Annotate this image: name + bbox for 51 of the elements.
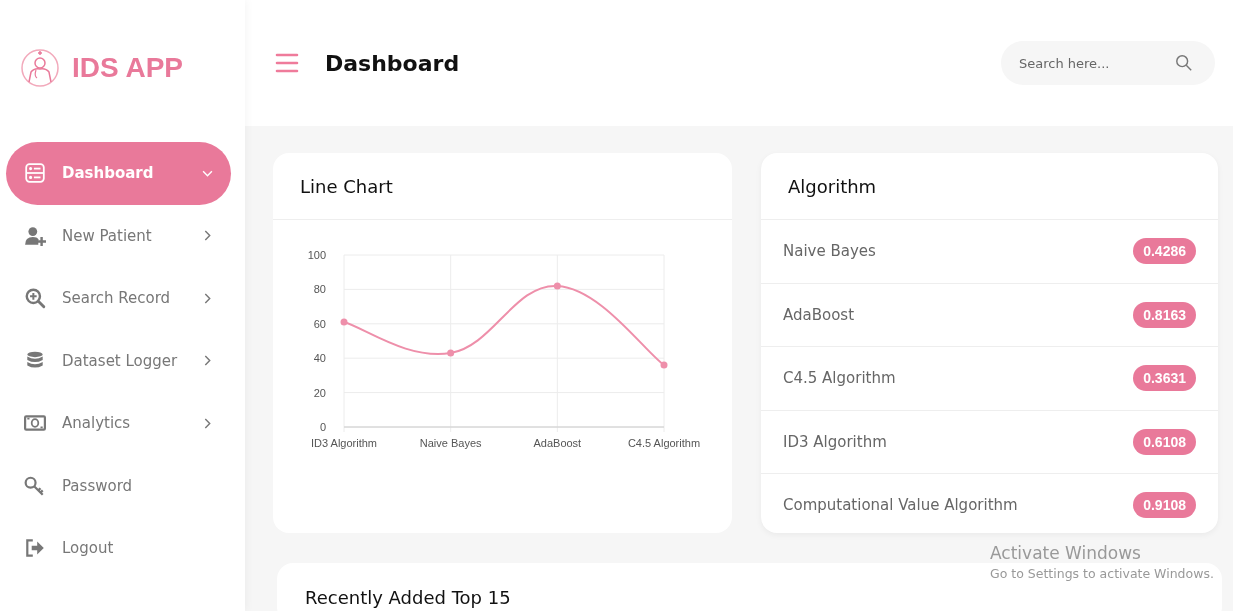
score-badge: 0.8163: [1133, 301, 1196, 328]
data-point: [553, 282, 561, 290]
algorithm-name: Computational Value Algorithm: [783, 496, 1018, 515]
sidebar-item[interactable]: Dataset Logger: [6, 329, 231, 392]
axis-tick-label: 0: [319, 421, 326, 433]
score-badge: 0.6108: [1133, 428, 1196, 455]
score-badge: 0.3631: [1133, 365, 1196, 392]
sidebar-item[interactable]: Logout: [6, 517, 231, 580]
axis-tick-label: 100: [307, 249, 326, 261]
axis-tick-label: 40: [313, 352, 326, 365]
sidebar-item[interactable]: Password: [6, 454, 231, 517]
sidebar-item[interactable]: Search Record: [6, 267, 231, 330]
search-field[interactable]: Search here...: [1001, 41, 1215, 85]
logout-icon: [24, 537, 46, 560]
axis-category-label: Naive Bayes: [419, 437, 482, 449]
chevron-right-icon: [202, 292, 213, 304]
axis-tick-label: 80: [313, 283, 326, 296]
dashboard-icon: [24, 162, 46, 185]
score-badge: 0.9108: [1133, 492, 1196, 519]
data-point: [660, 361, 668, 369]
algorithm-name: Naive Bayes: [783, 242, 876, 261]
card-title: Recently Added Top 15: [305, 587, 511, 608]
zoom-in-icon: [24, 287, 46, 310]
sidebar-item[interactable]: Analytics: [6, 392, 231, 455]
axis-category-label: AdaBoost: [533, 437, 582, 449]
chevron-right-icon: [202, 230, 213, 242]
data-point: [340, 318, 348, 326]
data-point: [447, 349, 455, 357]
chevron-right-icon: [202, 355, 213, 367]
algorithm-name: ID3 Algorithm: [783, 432, 887, 451]
axis-category-label: C4.5 Algorithm: [627, 437, 701, 449]
activation-subtitle: Go to Settings to activate Windows.: [990, 566, 1214, 581]
sidebar-item[interactable]: New Patient: [6, 204, 231, 267]
algorithm-name: AdaBoost: [783, 305, 855, 324]
key-icon: [24, 474, 46, 497]
score-badge: 0.4286: [1133, 238, 1196, 265]
chevron-right-icon: [202, 417, 213, 429]
page-title: Dashboard: [325, 50, 461, 76]
sidebar-item[interactable]: Dashboard: [6, 142, 231, 205]
activation-title: Activate Windows: [990, 543, 1142, 563]
axis-category-label: ID3 Algorithm: [311, 437, 377, 449]
doctor-logo-icon: [20, 48, 60, 88]
algorithm-name: C4.5 Algorithm: [783, 369, 896, 388]
brand-name: IDS APP: [72, 52, 183, 84]
axis-tick-label: 20: [313, 386, 326, 399]
card-title: Algorithm: [788, 175, 877, 197]
search-icon[interactable]: [1175, 54, 1193, 72]
user-plus-icon: [24, 224, 46, 247]
menu-icon[interactable]: [275, 53, 299, 73]
axis-tick-label: 60: [313, 317, 326, 330]
card-title: Line Chart: [300, 175, 393, 197]
